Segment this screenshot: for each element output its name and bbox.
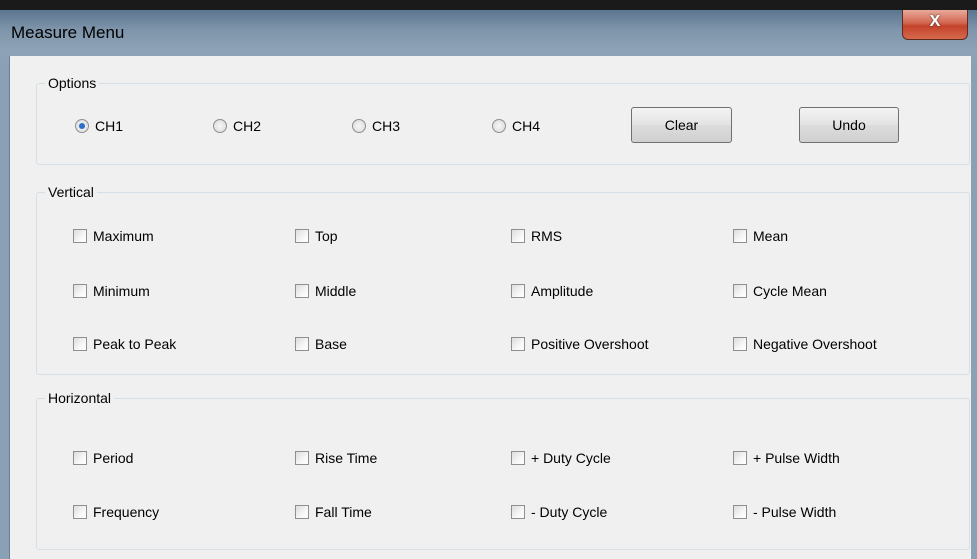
checkbox-period[interactable]: Period xyxy=(73,450,133,466)
checkbox-label: Positive Overshoot xyxy=(531,336,649,352)
checkbox-peak-to-peak[interactable]: Peak to Peak xyxy=(73,336,176,352)
checkbox-cycle-mean[interactable]: Cycle Mean xyxy=(733,283,827,299)
checkbox-minus-pulse-width[interactable]: - Pulse Width xyxy=(733,504,836,520)
checkbox-label: Rise Time xyxy=(315,450,378,466)
checkbox[interactable] xyxy=(733,505,747,519)
radio-ch3[interactable]: CH3 xyxy=(352,118,400,134)
checkbox-middle[interactable]: Middle xyxy=(295,283,356,299)
checkbox-label: - Pulse Width xyxy=(753,504,837,520)
checkbox[interactable] xyxy=(511,451,525,465)
checkbox[interactable] xyxy=(511,337,525,351)
checkbox[interactable] xyxy=(295,229,309,243)
checkbox-plus-pulse-width[interactable]: + Pulse Width xyxy=(733,450,840,466)
radio-label: CH1 xyxy=(95,118,124,134)
checkbox-label: + Duty Cycle xyxy=(531,450,611,466)
checkbox-label: Peak to Peak xyxy=(93,336,177,352)
checkbox[interactable] xyxy=(73,451,87,465)
options-legend: Options xyxy=(45,74,100,92)
title-bar[interactable]: Measure Menu X xyxy=(0,10,977,56)
checkbox[interactable] xyxy=(733,451,747,465)
dialog-body: Options CH1 CH2 CH3 CH4 Clear Undo Verti xyxy=(9,56,971,559)
checkbox[interactable] xyxy=(511,505,525,519)
checkbox-label: Middle xyxy=(315,283,357,299)
checkbox-label: Amplitude xyxy=(531,283,594,299)
checkbox-label: RMS xyxy=(531,228,563,244)
checkbox-minus-duty-cycle[interactable]: - Duty Cycle xyxy=(511,504,607,520)
radio-label: CH3 xyxy=(372,118,401,134)
checkbox-label: Frequency xyxy=(93,504,160,520)
checkbox-maximum[interactable]: Maximum xyxy=(73,228,154,244)
checkbox-amplitude[interactable]: Amplitude xyxy=(511,283,593,299)
radio-label: CH4 xyxy=(512,118,541,134)
horizontal-legend: Horizontal xyxy=(45,389,115,407)
checkbox-label: Minimum xyxy=(93,283,150,299)
measure-menu-window: Measure Menu X Options CH1 CH2 CH3 CH4 C… xyxy=(0,10,977,559)
checkbox[interactable] xyxy=(733,337,747,351)
checkbox-plus-duty-cycle[interactable]: + Duty Cycle xyxy=(511,450,611,466)
checkbox-label: Base xyxy=(315,336,347,352)
checkbox[interactable] xyxy=(295,337,309,351)
radio-label: CH2 xyxy=(233,118,262,134)
checkbox-fall-time[interactable]: Fall Time xyxy=(295,504,372,520)
checkbox[interactable] xyxy=(733,284,747,298)
checkbox-mean[interactable]: Mean xyxy=(733,228,788,244)
checkbox-base[interactable]: Base xyxy=(295,336,347,352)
checkbox[interactable] xyxy=(73,229,87,243)
checkbox-negative-overshoot[interactable]: Negative Overshoot xyxy=(733,336,877,352)
options-group: Options CH1 CH2 CH3 CH4 Clear Undo xyxy=(36,74,970,165)
undo-button[interactable]: Undo xyxy=(799,107,899,143)
checkbox-frequency[interactable]: Frequency xyxy=(73,504,159,520)
radio-ch2[interactable]: CH2 xyxy=(213,118,261,134)
radio-ch4[interactable]: CH4 xyxy=(492,118,540,134)
checkbox-label: Period xyxy=(93,450,134,466)
checkbox-rise-time[interactable]: Rise Time xyxy=(295,450,377,466)
checkbox-label: + Pulse Width xyxy=(753,450,840,466)
radio-button[interactable] xyxy=(492,119,506,133)
checkbox-rms[interactable]: RMS xyxy=(511,228,562,244)
clear-button[interactable]: Clear xyxy=(631,107,732,143)
checkbox[interactable] xyxy=(73,284,87,298)
checkbox[interactable] xyxy=(511,284,525,298)
checkbox[interactable] xyxy=(295,451,309,465)
checkbox[interactable] xyxy=(295,284,309,298)
checkbox-label: Mean xyxy=(753,228,789,244)
checkbox-minimum[interactable]: Minimum xyxy=(73,283,150,299)
checkbox-label: Fall Time xyxy=(315,504,372,520)
close-icon: X xyxy=(929,13,941,30)
checkbox[interactable] xyxy=(73,505,87,519)
horizontal-group: Horizontal Period Rise Time + Duty Cycle… xyxy=(36,389,970,550)
vertical-group: Vertical Maximum Top RMS Mean Minimum Mi… xyxy=(36,183,970,375)
window-title: Measure Menu xyxy=(11,23,125,42)
checkbox-label: Negative Overshoot xyxy=(753,336,877,352)
radio-button[interactable] xyxy=(352,119,366,133)
checkbox-positive-overshoot[interactable]: Positive Overshoot xyxy=(511,336,649,352)
checkbox-label: - Duty Cycle xyxy=(531,504,608,520)
checkbox-label: Top xyxy=(315,228,338,244)
vertical-legend: Vertical xyxy=(45,183,97,201)
radio-ch1[interactable]: CH1 xyxy=(75,118,123,134)
radio-button[interactable] xyxy=(213,119,227,133)
radio-button-checked[interactable] xyxy=(75,119,89,133)
checkbox[interactable] xyxy=(295,505,309,519)
checkbox-label: Maximum xyxy=(93,228,154,244)
checkbox[interactable] xyxy=(73,337,87,351)
close-button[interactable]: X xyxy=(902,10,968,40)
checkbox[interactable] xyxy=(511,229,525,243)
checkbox-label: Cycle Mean xyxy=(753,283,827,299)
checkbox-top[interactable]: Top xyxy=(295,228,338,244)
checkbox[interactable] xyxy=(733,229,747,243)
